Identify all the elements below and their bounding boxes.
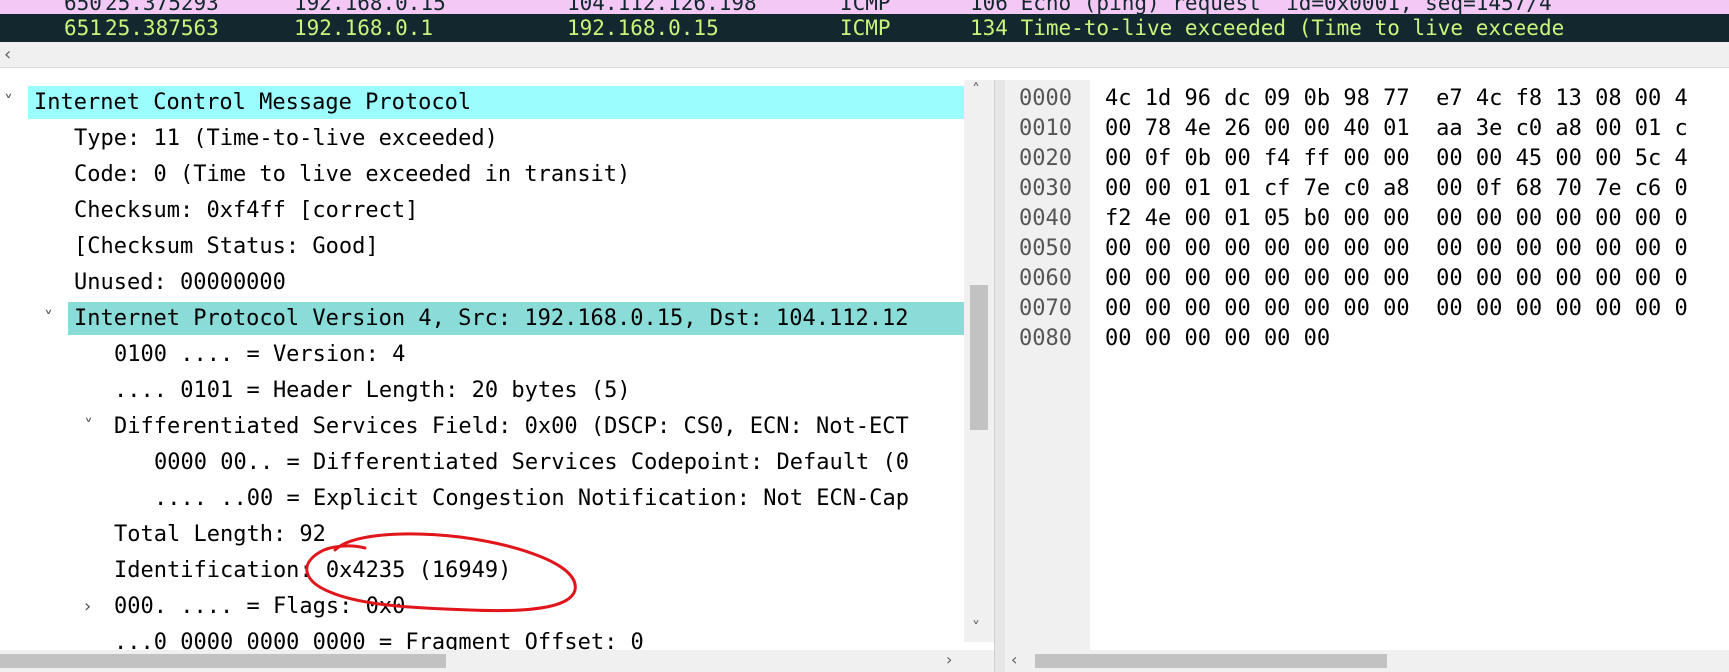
- tree-item[interactable]: › 000. .... = Flags: 0x0: [0, 590, 964, 623]
- hex-offset: 0010: [1019, 116, 1072, 141]
- tree-item-label: Total Length: 92: [114, 522, 326, 547]
- hex-offset: 0030: [1019, 176, 1072, 201]
- packet-list-hscrollbar[interactable]: ‹: [0, 42, 1729, 68]
- tree-item[interactable]: Type: 11 (Time-to-live exceeded): [0, 122, 964, 155]
- packet-source: 192.168.0.15: [294, 0, 446, 14]
- scroll-down-arrow-icon[interactable]: ˅: [972, 618, 980, 637]
- tree-item[interactable]: .... 0101 = Header Length: 20 bytes (5): [0, 374, 964, 407]
- packet-destination: 104.112.126.198: [567, 0, 757, 14]
- scrollbar-thumb[interactable]: [1035, 654, 1387, 668]
- tree-item[interactable]: Checksum: 0xf4ff [correct]: [0, 194, 964, 227]
- scrollbar-thumb[interactable]: [0, 654, 446, 668]
- tree-item-label: Internet Control Message Protocol: [34, 90, 472, 115]
- hex-row: 0020 00 0f 0b 00 f4 ff 00 00 00 00 45 00 …: [1005, 144, 1729, 174]
- tree-item-label: 0000 00.. = Differentiated Services Code…: [154, 450, 909, 475]
- packet-source: 192.168.0.1: [294, 16, 434, 40]
- scroll-left-arrow-icon[interactable]: ‹: [4, 44, 11, 65]
- hex-offset: 0050: [1019, 236, 1072, 261]
- packet-info: 134 Time-to-live exceeded (Time to live …: [970, 16, 1565, 40]
- details-hscrollbar[interactable]: ›: [0, 650, 994, 672]
- packet-bytes-pane: 0000 4c 1d 96 dc 09 0b 98 77 e7 4c f8 13 …: [1005, 80, 1729, 672]
- tree-item-label: Unused: 00000000: [74, 270, 286, 295]
- chevron-right-icon[interactable]: ›: [84, 590, 104, 623]
- tree-item-label: Identification: 0x4235 (16949): [114, 558, 512, 583]
- chevron-down-icon[interactable]: ˅: [44, 302, 64, 335]
- tree-item[interactable]: .... ..00 = Explicit Congestion Notifica…: [0, 482, 964, 515]
- hex-row: 0060 00 00 00 00 00 00 00 00 00 00 00 00 …: [1005, 264, 1729, 294]
- hex-bytes[interactable]: 00 0f 0b 00 f4 ff 00 00 00 00 45 00 00 5…: [1105, 144, 1688, 174]
- tree-item[interactable]: ˅ Internet Control Message Protocol: [4, 86, 964, 119]
- chevron-down-icon[interactable]: ˅: [84, 410, 104, 443]
- hex-row: 0070 00 00 00 00 00 00 00 00 00 00 00 00 …: [1005, 294, 1729, 324]
- tree-item[interactable]: [Checksum Status: Good]: [0, 230, 964, 263]
- hex-row: 0050 00 00 00 00 00 00 00 00 00 00 00 00 …: [1005, 234, 1729, 264]
- hex-bytes[interactable]: 00 00 00 00 00 00 00 00 00 00 00 00 00 0…: [1105, 234, 1688, 264]
- packet-number: 651: [64, 16, 102, 40]
- packet-time: 25.387563: [105, 16, 219, 40]
- tree-item[interactable]: Identification: 0x4235 (16949): [0, 554, 964, 587]
- hex-offset: 0070: [1019, 296, 1072, 321]
- packet-row-selected[interactable]: 651 25.387563 192.168.0.1 192.168.0.15 I…: [0, 14, 1729, 42]
- hex-bytes[interactable]: 00 00 00 00 00 00: [1105, 324, 1330, 354]
- hex-row: 0040 f2 4e 00 01 05 b0 00 00 00 00 00 00 …: [1005, 204, 1729, 234]
- scrollbar-thumb[interactable]: [970, 285, 988, 430]
- packet-row[interactable]: 650 25.375293 192.168.0.15 104.112.126.1…: [0, 0, 1729, 14]
- scroll-up-arrow-icon[interactable]: ˄: [972, 80, 980, 99]
- tree-item-label: 000. .... = Flags: 0x0: [114, 594, 406, 619]
- tree-item-label: Internet Protocol Version 4, Src: 192.16…: [74, 306, 909, 331]
- tree-item[interactable]: Unused: 00000000: [0, 266, 964, 299]
- tree-item-label: Type: 11 (Time-to-live exceeded): [74, 126, 498, 151]
- hex-row: 0030 00 00 01 01 cf 7e c0 a8 00 0f 68 70 …: [1005, 174, 1729, 204]
- packet-info: 106 Echo (ping) request id=0x0001, seq=1…: [970, 0, 1552, 14]
- tree-item[interactable]: Total Length: 92: [0, 518, 964, 551]
- hex-bytes[interactable]: 00 00 01 01 cf 7e c0 a8 00 0f 68 70 7e c…: [1105, 174, 1688, 204]
- details-vscrollbar[interactable]: ˄ ˅: [964, 80, 994, 642]
- hex-offset: 0040: [1019, 206, 1072, 231]
- hex-row: 0010 00 78 4e 26 00 00 40 01 aa 3e c0 a8 …: [1005, 114, 1729, 144]
- hex-bytes[interactable]: 4c 1d 96 dc 09 0b 98 77 e7 4c f8 13 08 0…: [1105, 84, 1688, 114]
- hex-offset: 0080: [1019, 326, 1072, 351]
- tree-item[interactable]: Code: 0 (Time to live exceeded in transi…: [0, 158, 964, 191]
- packet-list: 650 25.375293 192.168.0.15 104.112.126.1…: [0, 0, 1729, 42]
- hex-bytes[interactable]: 00 00 00 00 00 00 00 00 00 00 00 00 00 0…: [1105, 264, 1688, 294]
- packet-time: 25.375293: [105, 0, 219, 14]
- chevron-down-icon[interactable]: ˅: [4, 86, 24, 119]
- hex-bytes[interactable]: f2 4e 00 01 05 b0 00 00 00 00 00 00 00 0…: [1105, 204, 1688, 234]
- hex-row: 0080 00 00 00 00 00 00: [1005, 324, 1729, 354]
- tree-item-label: Code: 0 (Time to live exceeded in transi…: [74, 162, 631, 187]
- hex-row: 0000 4c 1d 96 dc 09 0b 98 77 e7 4c f8 13 …: [1005, 84, 1729, 114]
- hex-bytes[interactable]: 00 00 00 00 00 00 00 00 00 00 00 00 00 0…: [1105, 294, 1688, 324]
- packet-protocol: ICMP: [840, 0, 891, 14]
- tree-item-label: .... 0101 = Header Length: 20 bytes (5): [114, 378, 631, 403]
- packet-number: 650: [64, 0, 102, 14]
- hex-bytes[interactable]: 00 78 4e 26 00 00 40 01 aa 3e c0 a8 00 0…: [1105, 114, 1688, 144]
- packet-protocol: ICMP: [840, 16, 891, 40]
- tree-item[interactable]: 0100 .... = Version: 4: [0, 338, 964, 371]
- tree-item-label: Checksum: 0xf4ff [correct]: [74, 198, 419, 223]
- tree-item[interactable]: 0000 00.. = Differentiated Services Code…: [0, 446, 964, 479]
- tree-item[interactable]: ˅ Internet Protocol Version 4, Src: 192.1…: [44, 302, 964, 335]
- hex-offset: 0060: [1019, 266, 1072, 291]
- tree-item-label: Differentiated Services Field: 0x00 (DSC…: [114, 414, 909, 439]
- scroll-right-arrow-icon[interactable]: ›: [946, 650, 952, 669]
- hex-offset: 0000: [1019, 86, 1072, 111]
- packet-destination: 192.168.0.15: [567, 16, 719, 40]
- tree-item-label: .... ..00 = Explicit Congestion Notifica…: [154, 486, 909, 511]
- scroll-left-arrow-icon[interactable]: ‹: [1011, 650, 1017, 669]
- tree-item-label: [Checksum Status: Good]: [74, 234, 379, 259]
- bytes-hscrollbar[interactable]: ‹: [1005, 650, 1729, 672]
- packet-details-pane: ˅ Internet Control Message Protocol Type: …: [0, 80, 994, 672]
- hex-offset: 0020: [1019, 146, 1072, 171]
- tree-item-label: 0100 .... = Version: 4: [114, 342, 406, 367]
- tree-item[interactable]: ˅ Differentiated Services Field: 0x00 (DS…: [0, 410, 964, 443]
